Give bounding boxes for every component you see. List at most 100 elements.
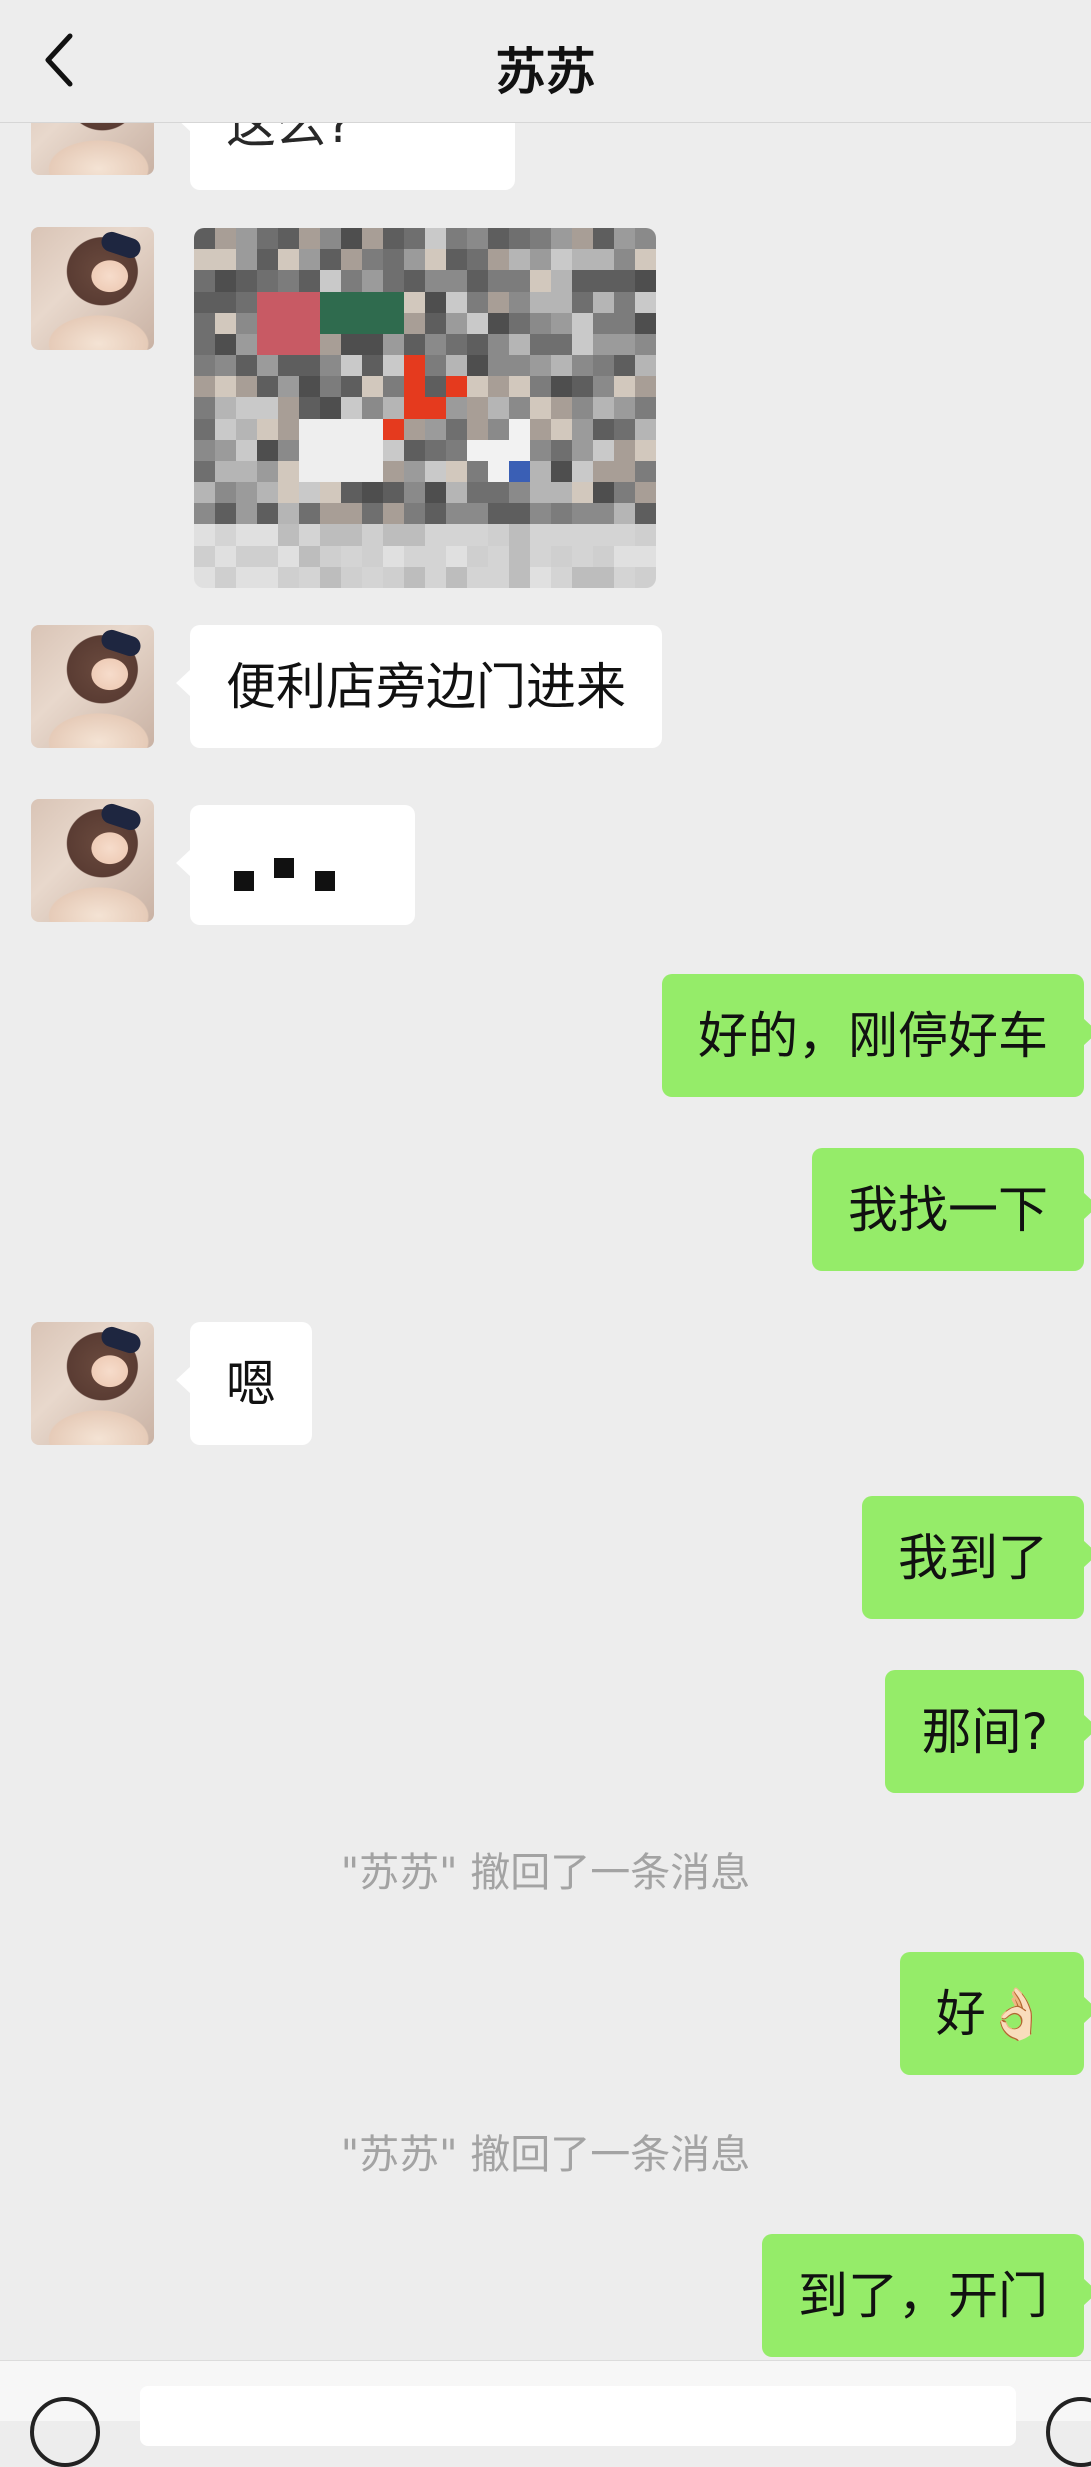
mosaic-pixel [446, 333, 467, 356]
message-bubble-sent[interactable]: 我找一下 [812, 1148, 1091, 1271]
message-bubble-sent[interactable]: 我到了 [862, 1496, 1091, 1619]
mosaic-pixel [320, 291, 341, 313]
mosaic-pixel [341, 460, 362, 483]
message-input[interactable] [140, 2386, 1016, 2446]
mosaic-pixel [614, 439, 635, 461]
mosaic-pixel [320, 228, 341, 250]
contact-avatar[interactable] [31, 625, 154, 748]
mosaic-pixel [383, 376, 404, 398]
mosaic-pixel [341, 312, 362, 334]
mosaic-pixel [635, 545, 656, 567]
mosaic-pixel [572, 312, 593, 334]
chat-message-list[interactable]: 这么? 便利店旁边门进来 好的，刚停好车 我找一下 嗯 我到了 那间? "苏苏"… [0, 0, 1091, 2360]
message-bubble-received[interactable]: 嗯 [176, 1322, 312, 1445]
mosaic-pixel [425, 312, 446, 334]
mosaic-pixel [257, 503, 278, 525]
mosaic-pixel [509, 397, 530, 419]
image-message-pixelated[interactable] [194, 228, 656, 588]
message-bubble-sent[interactable]: 好的，刚停好车 [662, 974, 1091, 1097]
mosaic-pixel [593, 355, 614, 377]
mosaic-pixel [551, 439, 572, 461]
mosaic-pixel [593, 333, 614, 356]
mosaic-pixel [278, 418, 299, 440]
mosaic-pixel [383, 355, 404, 377]
mosaic-pixel [341, 333, 362, 356]
mosaic-pixel [635, 355, 656, 377]
mosaic-pixel [530, 524, 551, 546]
more-options-icon[interactable] [1046, 2397, 1091, 2467]
mosaic-pixel [551, 355, 572, 377]
mosaic-pixel [299, 333, 320, 356]
mosaic-pixel [320, 418, 341, 440]
mosaic-pixel [425, 524, 446, 546]
mosaic-pixel [236, 376, 257, 398]
mosaic-pixel [425, 503, 446, 525]
mosaic-pixel [383, 439, 404, 461]
mosaic-pixel [236, 418, 257, 440]
mosaic-pixel [362, 503, 383, 525]
message-bubble-received[interactable] [176, 805, 415, 925]
mosaic-pixel [320, 249, 341, 271]
mosaic-pixel [509, 418, 530, 440]
mosaic-pixel [530, 439, 551, 461]
mosaic-pixel [341, 228, 362, 250]
mosaic-pixel [593, 524, 614, 546]
mosaic-pixel [278, 397, 299, 419]
mosaic-pixel [509, 249, 530, 271]
mosaic-pixel [488, 333, 509, 356]
mosaic-pixel [278, 355, 299, 377]
mosaic-pixel [278, 291, 299, 313]
mosaic-pixel [425, 566, 446, 588]
mosaic-pixel [362, 270, 383, 292]
contact-avatar[interactable] [31, 1322, 154, 1445]
mosaic-pixel [614, 333, 635, 356]
mosaic-pixel [236, 228, 257, 250]
contact-avatar[interactable] [31, 227, 154, 350]
mosaic-pixel [383, 524, 404, 546]
mosaic-pixel [446, 355, 467, 377]
mosaic-pixel [299, 291, 320, 313]
mosaic-pixel [530, 397, 551, 419]
mosaic-pixel [446, 418, 467, 440]
mosaic-pixel [341, 418, 362, 440]
message-bubble-sent[interactable]: 那间? [885, 1670, 1091, 1793]
mosaic-pixel [488, 418, 509, 440]
mosaic-pixel [488, 376, 509, 398]
mosaic-pixel [446, 460, 467, 483]
mosaic-pixel [572, 439, 593, 461]
mosaic-pixel [383, 291, 404, 313]
mosaic-pixel [551, 460, 572, 483]
message-bubble-sent[interactable]: 到了，开门 [762, 2234, 1091, 2357]
mosaic-pixel [572, 460, 593, 483]
voice-input-icon[interactable] [30, 2397, 100, 2467]
message-bubble-sent[interactable]: 好👌🏻 [899, 1952, 1091, 2075]
mosaic-pixel [509, 545, 530, 567]
mosaic-pixel [572, 418, 593, 440]
message-bubble-received[interactable]: 便利店旁边门进来 [176, 625, 662, 748]
mosaic-pixel [572, 566, 593, 588]
mosaic-pixel [320, 460, 341, 483]
mosaic-pixel [215, 503, 236, 525]
mosaic-pixel [278, 376, 299, 398]
mosaic-pixel [488, 228, 509, 250]
mosaic-pixel [635, 439, 656, 461]
message-text: 好👌🏻 [935, 1984, 1048, 2043]
mosaic-pixel [278, 312, 299, 334]
contact-avatar[interactable] [31, 799, 154, 922]
mosaic-pixel [215, 482, 236, 504]
mosaic-pixel [383, 503, 404, 525]
mosaic-pixel [236, 355, 257, 377]
mosaic-pixel [425, 418, 446, 440]
mosaic-pixel [467, 312, 488, 334]
mosaic-pixel [488, 439, 509, 461]
mosaic-pixel [320, 355, 341, 377]
mosaic-pixel [341, 376, 362, 398]
mosaic-pixel [362, 460, 383, 483]
mosaic-pixel [299, 228, 320, 250]
mosaic-pixel [194, 439, 215, 461]
mosaic-pixel [635, 249, 656, 271]
mosaic-pixel [299, 418, 320, 440]
mosaic-pixel [194, 482, 215, 504]
mosaic-pixel [320, 545, 341, 567]
mosaic-pixel [551, 291, 572, 313]
